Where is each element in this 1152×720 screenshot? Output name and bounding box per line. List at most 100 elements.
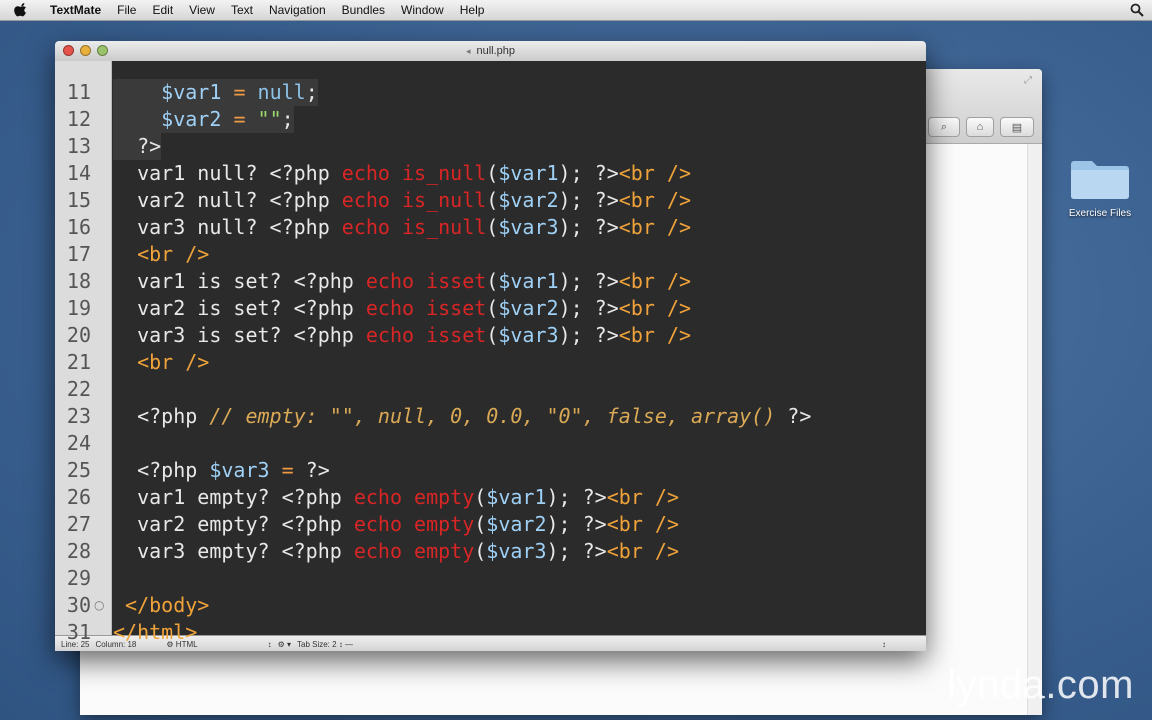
code-line[interactable]: 30 ○ </body> — [55, 592, 926, 619]
browser-sidebar-button[interactable]: ▤ — [1000, 117, 1034, 137]
lynda-watermark: lynda.com — [947, 663, 1134, 707]
spotlight-search-icon[interactable] — [1130, 3, 1144, 17]
code-line[interactable]: 19 var2 is set? <?php echo isset($var2);… — [55, 295, 926, 322]
line-number: 20 — [66, 323, 91, 347]
code-text: var3 empty? <?php echo empty($var3); ?><… — [113, 538, 679, 565]
code-line[interactable]: 11 $var1 = null; — [55, 79, 926, 106]
code-token: ); ?> — [558, 215, 619, 239]
line-number: 22 — [66, 377, 91, 401]
code-token: ?> — [293, 458, 330, 482]
zoom-button[interactable] — [97, 45, 108, 56]
close-button[interactable] — [63, 45, 74, 56]
apple-icon[interactable] — [14, 3, 28, 17]
code-token: <?php — [113, 458, 210, 482]
menu-help[interactable]: Help — [452, 3, 493, 17]
menu-view[interactable]: View — [181, 3, 223, 17]
code-token: ( — [474, 485, 487, 509]
window-title: null.php — [476, 45, 516, 57]
code-line[interactable]: 17 <br /> — [55, 241, 926, 268]
code-line[interactable]: 26 var1 empty? <?php echo empty($var1); … — [55, 484, 926, 511]
line-number: 19 — [66, 296, 91, 320]
folder-icon — [1071, 161, 1129, 199]
code-line[interactable]: 15 var2 null? <?php echo is_null($var2);… — [55, 187, 926, 214]
code-token: <br /> — [618, 269, 692, 293]
minimize-button[interactable] — [80, 45, 91, 56]
code-token: echo isset — [365, 269, 487, 293]
code-text: var1 is set? <?php echo isset($var1); ?>… — [113, 268, 691, 295]
code-text: var1 null? <?php echo is_null($var1); ?>… — [113, 160, 691, 187]
line-number: 15 — [66, 188, 91, 212]
code-line[interactable]: 14 var1 null? <?php echo is_null($var1);… — [55, 160, 926, 187]
code-token: = — [281, 458, 294, 482]
menu-window[interactable]: Window — [393, 3, 452, 17]
code-text: <?php // empty: "", null, 0, 0.0, "0", f… — [113, 403, 811, 430]
menu-app-name[interactable]: TextMate — [42, 3, 109, 17]
line-number: 26 — [66, 485, 91, 509]
code-token: $var3 — [209, 458, 270, 482]
code-line[interactable]: 29 — [55, 565, 926, 592]
menu-file[interactable]: File — [109, 3, 144, 17]
code-token: ); ?> — [558, 323, 619, 347]
exercise-files-folder[interactable]: Exercise Files — [1060, 153, 1140, 219]
code-line[interactable]: 20 var3 is set? <?php echo isset($var3);… — [55, 322, 926, 349]
browser-search-button[interactable]: ⌕ — [928, 117, 960, 137]
code-token: ); ?> — [546, 539, 607, 563]
code-token: ( — [486, 323, 499, 347]
code-line[interactable]: 13 ?> — [55, 133, 926, 160]
code-token: $var2 — [161, 107, 222, 131]
code-token: <br /> — [618, 215, 692, 239]
line-number: 24 — [66, 431, 91, 455]
menu-navigation[interactable]: Navigation — [261, 3, 334, 17]
code-text: </body> — [113, 592, 209, 619]
line-number: 30 — [66, 593, 91, 617]
editor-window[interactable]: ◂ null.php Line: 25 Column: 18 ⚙ HTML ↕ … — [55, 41, 926, 651]
code-line[interactable]: 28 var3 empty? <?php echo empty($var3); … — [55, 538, 926, 565]
code-text: </html> — [113, 619, 197, 646]
code-line[interactable]: 18 var1 is set? <?php echo isset($var1);… — [55, 268, 926, 295]
code-token: $var3 — [486, 539, 547, 563]
fullscreen-icon[interactable]: ⤢ — [1024, 75, 1034, 86]
code-line[interactable]: 25 <?php $var3 = ?> — [55, 457, 926, 484]
code-token: var3 empty? <?php — [113, 539, 354, 563]
code-line[interactable]: 12 $var2 = ""; — [55, 106, 926, 133]
code-token: ( — [474, 512, 487, 536]
code-text: $var1 = null; — [113, 79, 318, 106]
code-token: var2 null? <?php — [113, 188, 342, 212]
line-number: 12 — [66, 107, 91, 131]
browser-scrollbar[interactable] — [1027, 144, 1042, 715]
menu-text[interactable]: Text — [223, 3, 261, 17]
code-line[interactable]: 16 var3 null? <?php echo is_null($var3);… — [55, 214, 926, 241]
code-text: $var2 = ""; — [113, 106, 294, 133]
code-token: <br /> — [606, 512, 679, 536]
code-token: </body> — [125, 593, 210, 617]
code-line[interactable]: 31 </html> — [55, 619, 926, 646]
code-token: ); ?> — [546, 485, 607, 509]
code-token: ( — [474, 539, 487, 563]
code-token: ; — [305, 80, 318, 104]
code-text: var1 empty? <?php echo empty($var1); ?><… — [113, 484, 679, 511]
menu-bundles[interactable]: Bundles — [334, 3, 393, 17]
line-number: 29 — [66, 566, 91, 590]
code-token: ; — [281, 107, 294, 131]
browser-home-button[interactable]: ⌂ — [966, 117, 994, 137]
code-text: var2 empty? <?php echo empty($var2); ?><… — [113, 511, 679, 538]
code-line[interactable]: 27 var2 empty? <?php echo empty($var2); … — [55, 511, 926, 538]
menu-edit[interactable]: Edit — [144, 3, 181, 17]
fold-marker-icon[interactable]: ○ — [94, 592, 104, 619]
code-line[interactable]: 23 <?php // empty: "", null, 0, 0.0, "0"… — [55, 403, 926, 430]
code-line[interactable]: 24 — [55, 430, 926, 457]
code-line[interactable]: 21 <br /> — [55, 349, 926, 376]
editor-titlebar[interactable]: ◂ null.php — [55, 41, 926, 62]
code-token: echo is_null — [341, 215, 487, 239]
code-text: <br /> — [113, 349, 209, 376]
code-line[interactable]: 22 — [55, 376, 926, 403]
folder-label: Exercise Files — [1068, 208, 1132, 219]
code-text: var2 null? <?php echo is_null($var2); ?>… — [113, 187, 691, 214]
code-token: var2 is set? <?php — [113, 296, 366, 320]
code-token: ( — [486, 161, 499, 185]
code-token: <br /> — [618, 188, 692, 212]
code-token: $var1 — [498, 161, 559, 185]
